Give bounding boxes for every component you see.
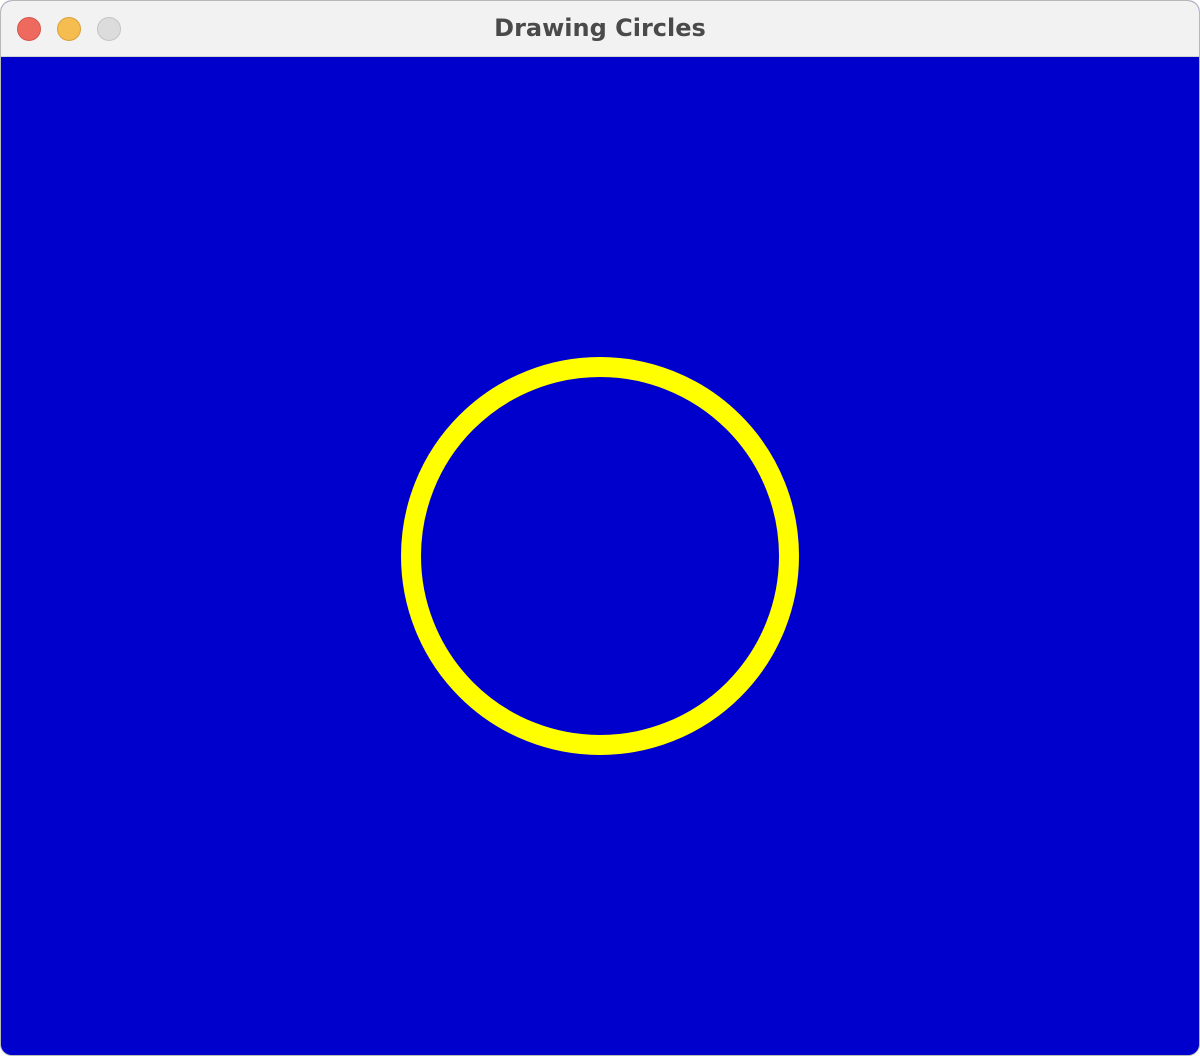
drawing-canvas[interactable]	[1, 57, 1199, 1055]
canvas-background	[1, 57, 1199, 1055]
close-button[interactable]	[17, 17, 41, 41]
window-title: Drawing Circles	[494, 14, 706, 42]
minimize-button[interactable]	[57, 17, 81, 41]
title-bar[interactable]: Drawing Circles	[1, 1, 1199, 57]
app-window: Drawing Circles	[0, 0, 1200, 1056]
canvas-svg	[1, 57, 1199, 1055]
zoom-button[interactable]	[97, 17, 121, 41]
